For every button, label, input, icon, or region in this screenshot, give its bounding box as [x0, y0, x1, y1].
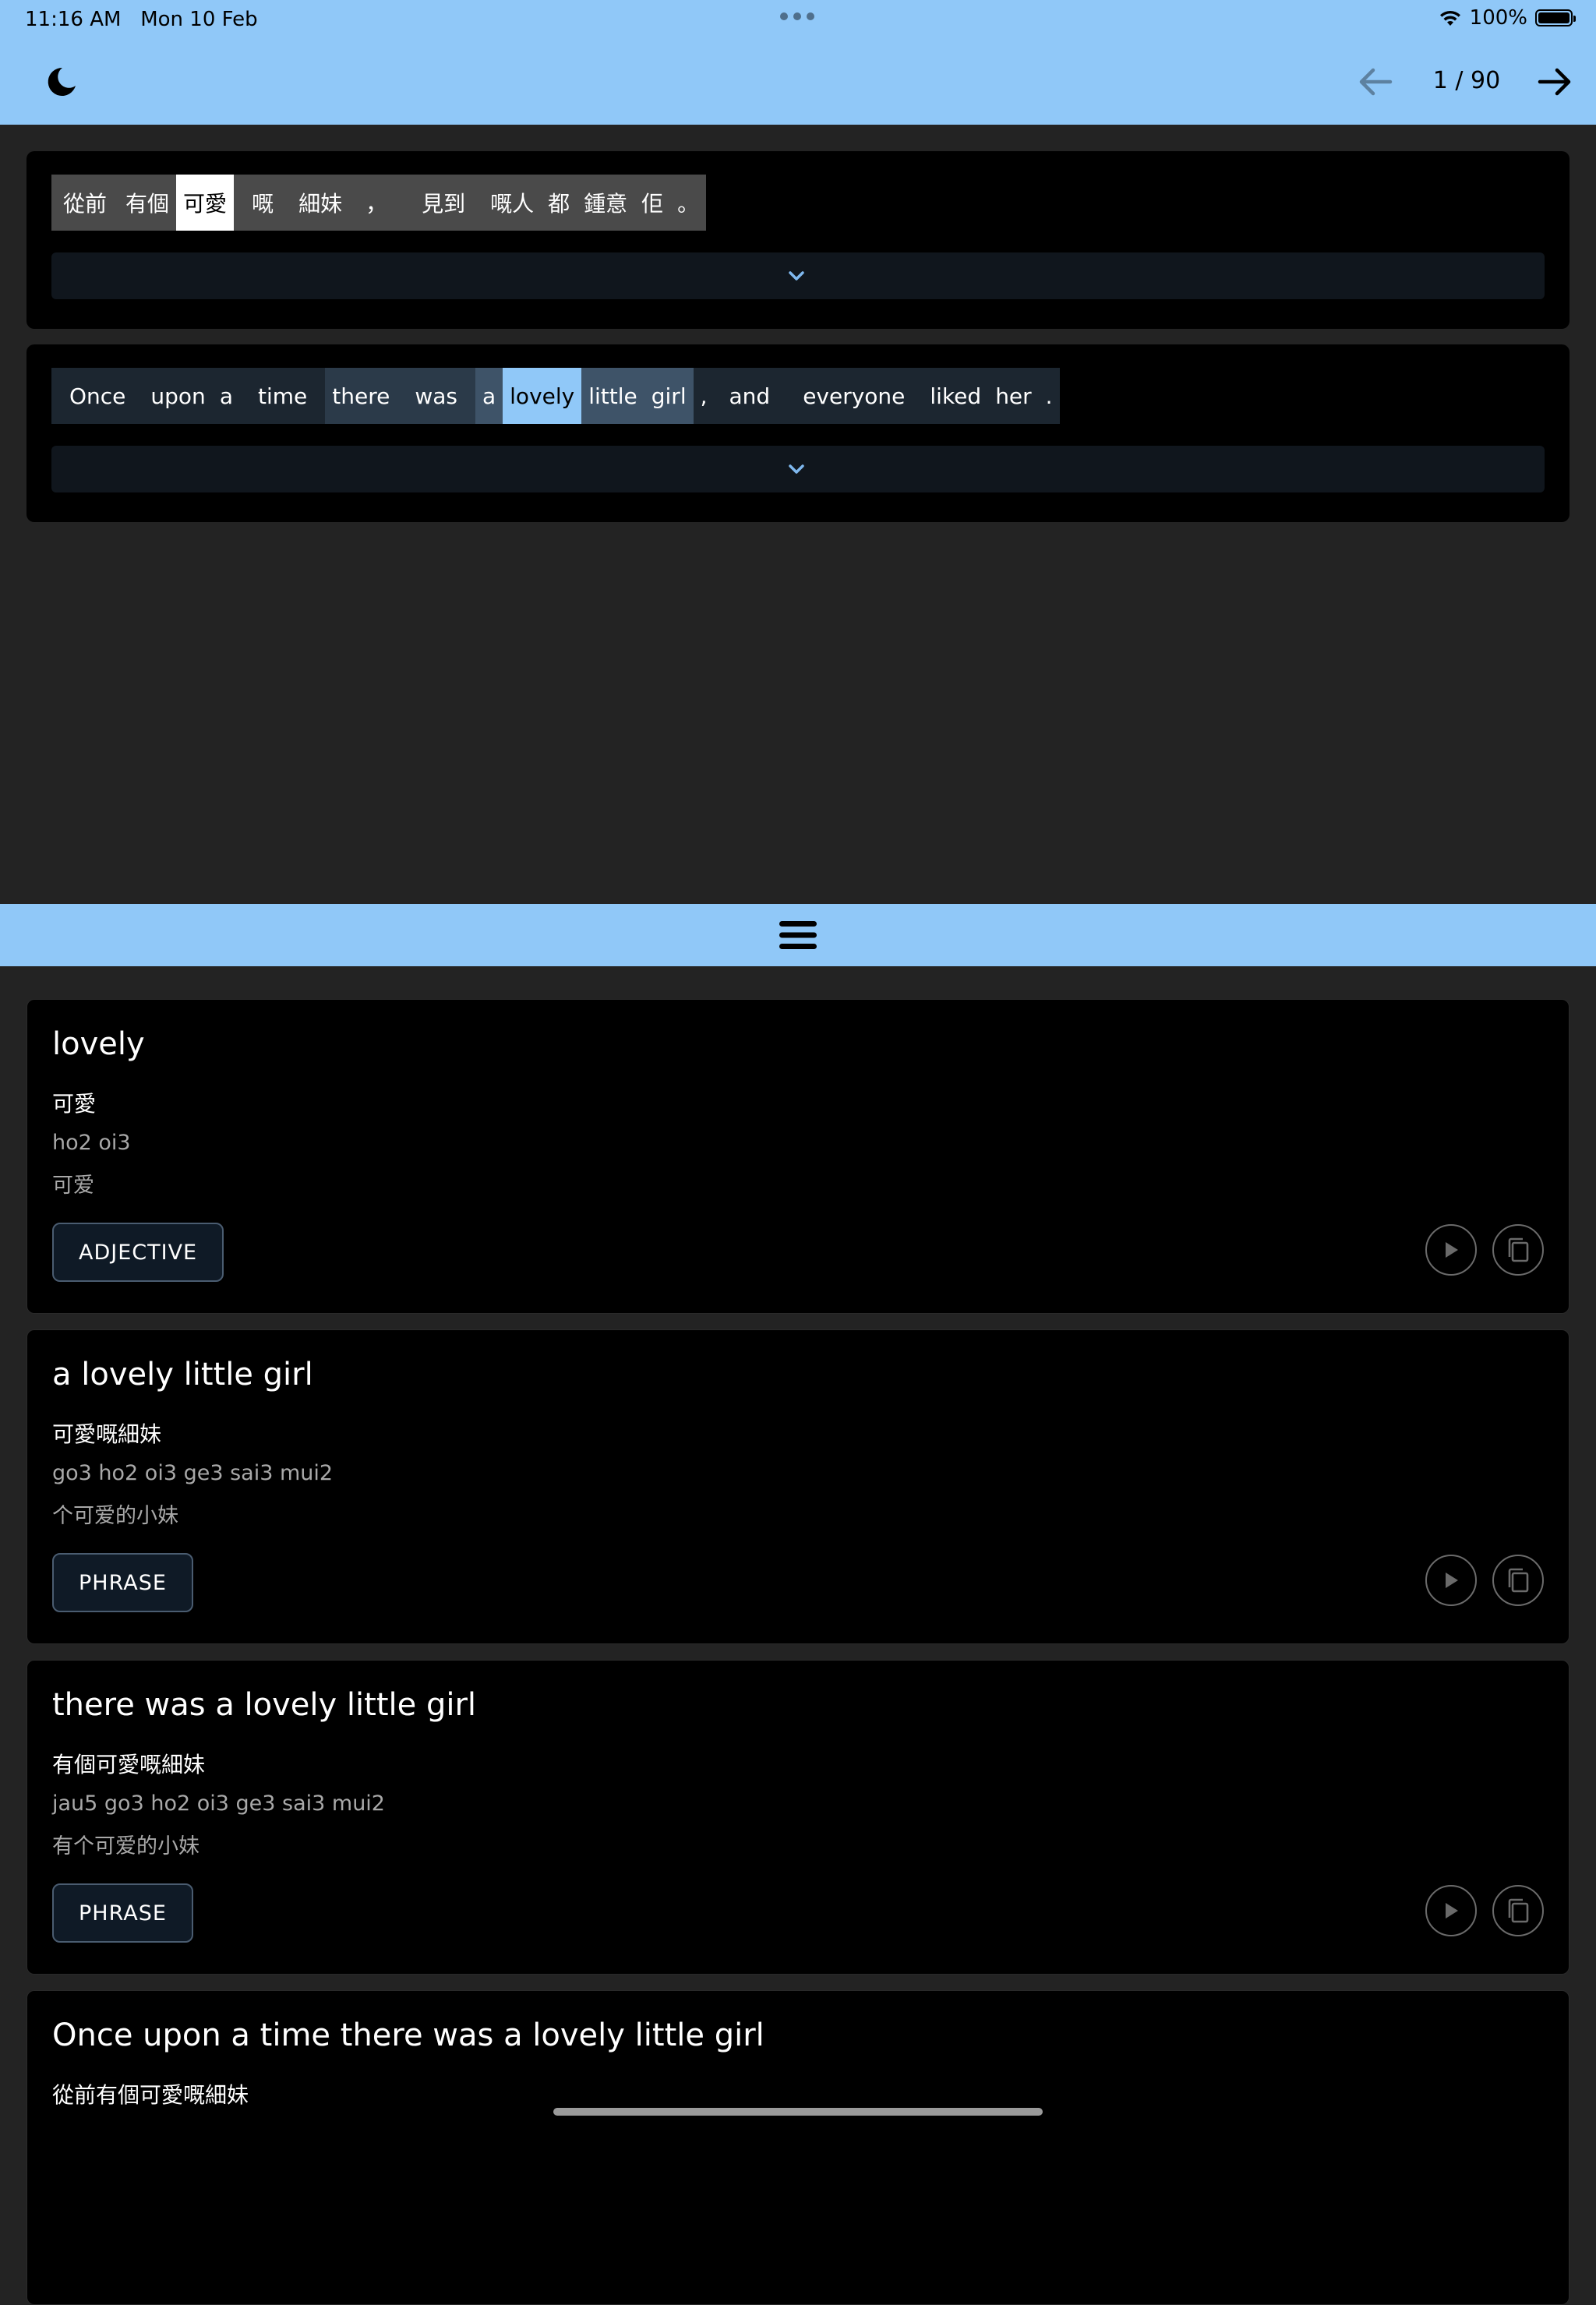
sentence-token[interactable]: 嘅 — [234, 175, 292, 231]
home-indicator[interactable] — [553, 2108, 1043, 2116]
arrow-right-icon[interactable] — [1537, 65, 1574, 98]
multitasking-dots-icon[interactable] — [780, 12, 814, 20]
sentence-token[interactable]: time — [239, 368, 326, 424]
definition-chinese: 可愛 — [52, 1091, 97, 1117]
moon-icon[interactable] — [45, 65, 78, 98]
sentence-token[interactable]: 都 — [541, 175, 577, 231]
panel-resize-handle[interactable] — [0, 904, 1596, 966]
definition-card[interactable]: lovely 可愛 ho2 oi3 可爱 ADJECTIVE — [26, 999, 1570, 1314]
definition-card[interactable]: there was a lovely little girl 有個可愛嘅細妹 jau… — [26, 1660, 1570, 1975]
sentence-token[interactable]: little — [581, 368, 644, 424]
play-icon — [1446, 1573, 1458, 1588]
expand-translation-button[interactable] — [51, 252, 1545, 299]
sentence-token[interactable]: and — [714, 368, 786, 424]
sentence-token[interactable]: 可愛 — [176, 175, 235, 231]
definition-title: lovely — [52, 1026, 145, 1062]
expand-translation-button[interactable] — [51, 446, 1545, 492]
chevron-down-icon — [789, 464, 804, 474]
sentence-token[interactable]: , — [693, 368, 715, 424]
battery-icon — [1535, 9, 1576, 26]
copy-icon — [1508, 1568, 1529, 1593]
play-audio-button[interactable] — [1425, 1224, 1477, 1276]
sentence-token[interactable]: there — [325, 368, 397, 424]
part-of-speech-tag[interactable]: PHRASE — [52, 1553, 193, 1612]
definition-title: there was a lovely little girl — [52, 1687, 477, 1723]
sentence-token[interactable]: Once — [51, 368, 144, 424]
english-token-row: Once upon a time there was a lovely little girl, a… — [51, 368, 1060, 424]
definition-chinese: 從前有個可愛嘅細妹 — [52, 2082, 249, 2108]
status-date: Mon 10 Feb — [140, 8, 258, 31]
play-icon — [1446, 1903, 1458, 1918]
sentence-token[interactable]: 從前 — [51, 175, 119, 231]
hamburger-menu-icon — [779, 921, 817, 949]
chinese-sentence-card: 從前 有個 可愛嘅細妹，見到 嘅人都鍾意佢。 — [26, 151, 1570, 329]
definition-jyutping: go3 ho2 oi3 ge3 sai3 mui2 — [52, 1461, 334, 1485]
status-indicators: 100% — [1439, 6, 1576, 30]
sentence-token[interactable]: 。 — [670, 175, 707, 231]
sentence-token[interactable]: 細妹 — [291, 175, 350, 231]
sentence-token[interactable]: was — [397, 368, 475, 424]
definition-simplified: 有个可爱的小妹 — [52, 1834, 200, 1858]
sentence-token[interactable]: 見到 — [404, 175, 484, 231]
definition-simplified: 可爱 — [52, 1174, 94, 1198]
battery-percent: 100% — [1469, 6, 1527, 30]
chevron-down-icon — [789, 271, 804, 281]
definition-jyutping: jau5 go3 ho2 oi3 ge3 sai3 mui2 — [52, 1791, 385, 1816]
copy-button[interactable] — [1492, 1885, 1544, 1936]
arrow-left-icon[interactable] — [1356, 65, 1393, 98]
play-audio-button[interactable] — [1425, 1885, 1477, 1936]
chinese-token-row: 從前 有個 可愛嘅細妹，見到 嘅人都鍾意佢。 — [51, 175, 707, 231]
play-audio-button[interactable] — [1425, 1555, 1477, 1606]
copy-button[interactable] — [1492, 1555, 1544, 1606]
sentence-token[interactable]: liked — [923, 368, 989, 424]
definition-title: Once upon a time there was a lovely litt… — [52, 2017, 764, 2053]
sentence-token[interactable]: 鍾意 — [577, 175, 635, 231]
sentence-token[interactable]: upon — [143, 368, 213, 424]
definition-chinese: 可愛嘅細妹 — [52, 1421, 162, 1447]
sentence-token[interactable]: everyone — [785, 368, 923, 424]
top-bar: 11:16 AM Mon 10 Feb 100% 1 / 90 — [0, 0, 1596, 125]
wifi-icon — [1439, 10, 1460, 26]
part-of-speech-tag[interactable]: PHRASE — [52, 1883, 193, 1943]
definition-jyutping: ho2 oi3 — [52, 1131, 131, 1155]
page-counter: 1 / 90 — [1432, 67, 1501, 94]
sentence-token[interactable]: girl — [644, 368, 694, 424]
sentence-token[interactable]: lovely — [503, 368, 582, 424]
definition-card[interactable]: a lovely little girl 可愛嘅細妹 go3 ho2 oi3 ge3… — [26, 1329, 1570, 1644]
copy-icon — [1508, 1898, 1529, 1923]
definition-chinese: 有個可愛嘅細妹 — [52, 1752, 206, 1777]
status-clock: 11:16 AM — [25, 8, 122, 31]
sentence-token[interactable]: her — [988, 368, 1039, 424]
sentence-token[interactable]: a — [212, 368, 240, 424]
copy-icon — [1508, 1237, 1529, 1262]
definition-simplified: 个可爱的小妹 — [52, 1504, 178, 1528]
english-sentence-card: Once upon a time there was a lovely little girl, a… — [26, 344, 1570, 522]
sentence-token[interactable]: a — [475, 368, 503, 424]
part-of-speech-tag[interactable]: ADJECTIVE — [52, 1223, 224, 1282]
sentence-token[interactable]: . — [1038, 368, 1060, 424]
play-icon — [1446, 1242, 1458, 1258]
sentence-token[interactable]: ， — [349, 175, 404, 231]
sentence-token[interactable]: 有個 — [118, 175, 177, 231]
sentence-token[interactable]: 嘅人 — [483, 175, 542, 231]
definition-card[interactable]: Once upon a time there was a lovely litt… — [26, 1990, 1570, 2305]
sentence-token[interactable]: 佢 — [634, 175, 671, 231]
copy-button[interactable] — [1492, 1224, 1544, 1276]
definition-title: a lovely little girl — [52, 1357, 313, 1393]
status-time: 11:16 AM Mon 10 Feb — [25, 8, 258, 31]
